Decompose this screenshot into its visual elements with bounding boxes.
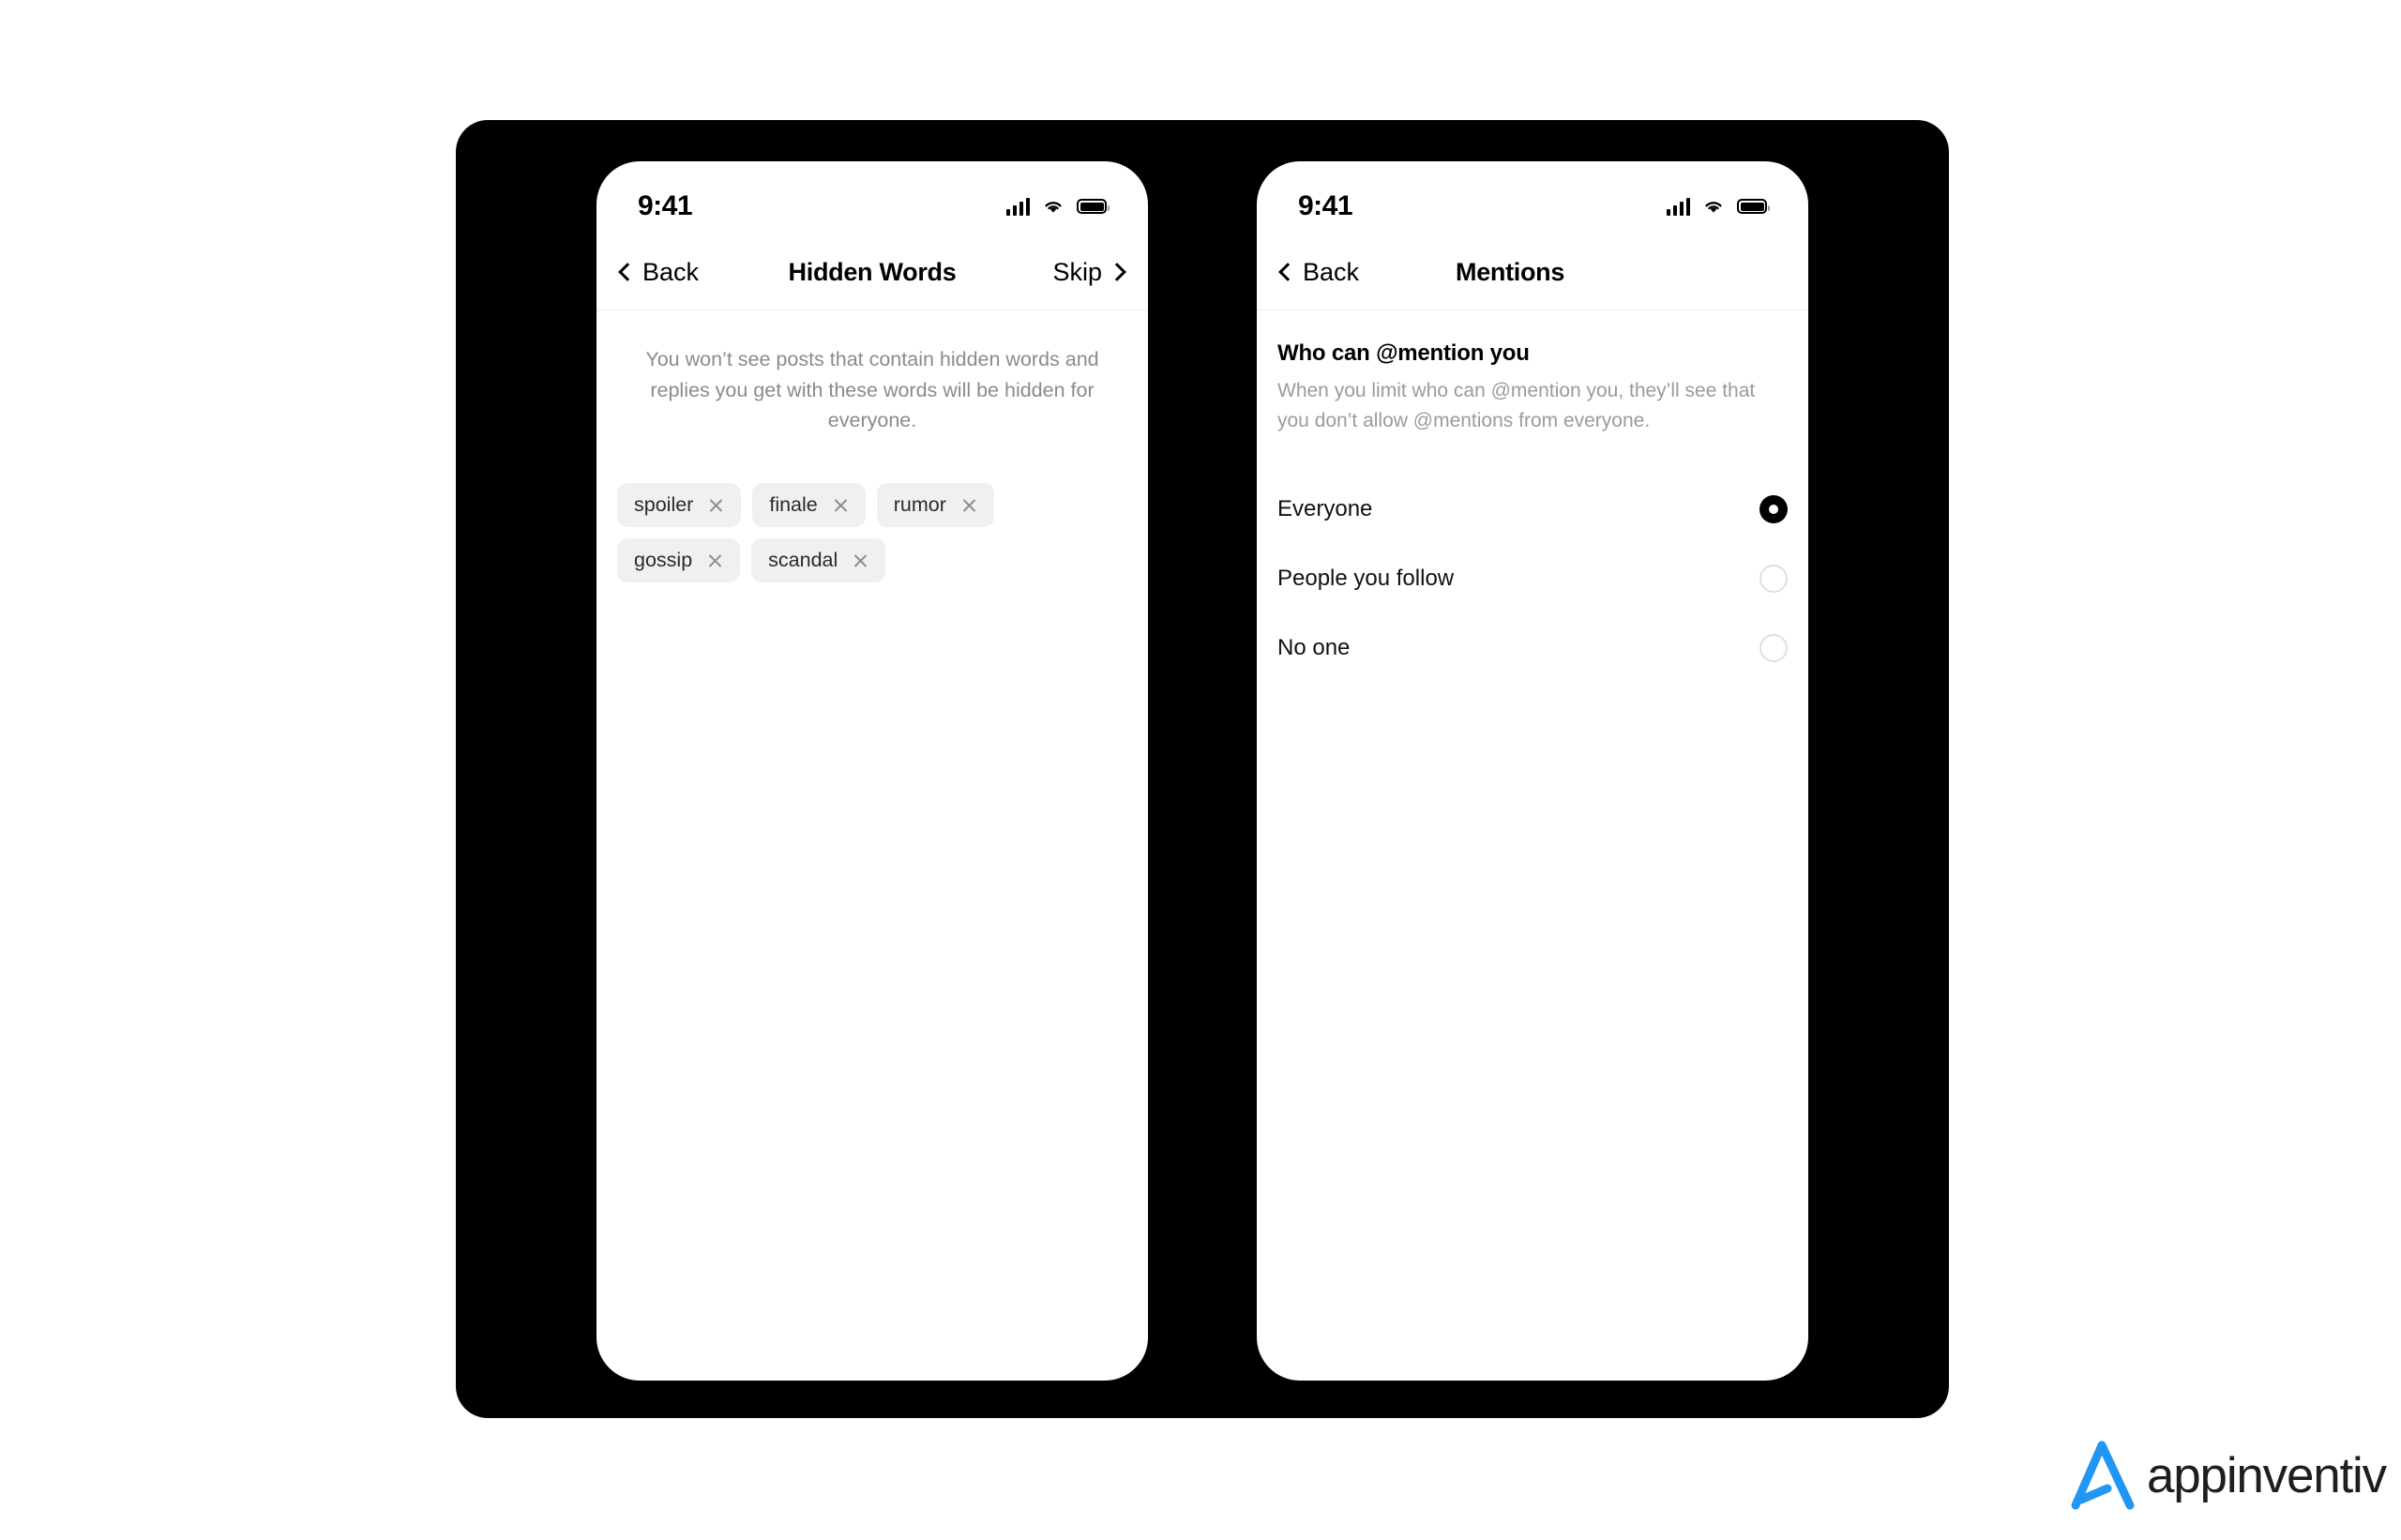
chevron-left-icon: [618, 263, 637, 281]
battery-icon: [1737, 199, 1770, 214]
battery-icon: [1077, 199, 1110, 214]
section-subtitle: When you limit who can @mention you, the…: [1277, 380, 1756, 431]
mention-option-label: People you follow: [1277, 566, 1455, 591]
hidden-word-chip[interactable]: gossip: [617, 538, 741, 583]
close-icon[interactable]: [708, 497, 724, 513]
close-icon[interactable]: [707, 552, 723, 568]
radio-button-unselected[interactable]: [1759, 565, 1788, 593]
cellular-signal-icon: [1667, 197, 1690, 216]
status-bar-icons: [1006, 197, 1110, 216]
appinventiv-a-mark-icon: [2071, 1441, 2135, 1510]
status-bar: 9:41: [1257, 161, 1808, 234]
phone-screen-mentions: 9:41 Back Mentions Who can @mention you …: [1257, 161, 1808, 1381]
mention-option-label: Everyone: [1277, 496, 1373, 521]
chevron-right-icon: [1108, 263, 1126, 281]
radio-button-unselected[interactable]: [1759, 634, 1788, 662]
close-icon[interactable]: [853, 552, 868, 568]
brand-logo: appinventiv: [2068, 1438, 2387, 1513]
hidden-word-chip-label: scandal: [768, 549, 838, 572]
close-icon[interactable]: [961, 497, 977, 513]
brand-name: appinventiv: [2147, 1447, 2387, 1503]
mentions-section: Who can @mention you When you limit who …: [1257, 310, 1808, 683]
hidden-word-chip[interactable]: scandal: [751, 538, 886, 583]
radio-button-selected[interactable]: [1759, 495, 1788, 523]
section-title: Who can @mention you: [1277, 340, 1530, 366]
hidden-word-chip-label: rumor: [893, 493, 946, 517]
cellular-signal-icon: [1006, 197, 1030, 216]
back-button-label: Back: [1303, 257, 1360, 286]
navigation-header: Back Hidden Words Skip: [596, 234, 1148, 310]
wifi-icon: [1045, 202, 1062, 213]
hidden-word-chip-label: finale: [769, 493, 818, 517]
hidden-words-description: You won’t see posts that contain hidden …: [645, 348, 1099, 432]
hidden-word-chip-label: spoiler: [634, 493, 694, 517]
back-button[interactable]: Back: [1278, 257, 1360, 287]
skip-button[interactable]: Skip: [1052, 257, 1126, 287]
close-icon[interactable]: [833, 497, 849, 513]
mention-option-people-you-follow[interactable]: People you follow: [1277, 544, 1788, 613]
status-bar-time: 9:41: [638, 190, 693, 221]
phone-screen-hidden-words: 9:41 Back Hidden Words Skip You won’t se…: [596, 161, 1148, 1381]
hidden-word-chip[interactable]: spoiler: [617, 483, 742, 528]
hidden-word-chip[interactable]: rumor: [876, 483, 994, 528]
mention-option-label: No one: [1277, 635, 1351, 660]
wifi-icon: [1705, 202, 1722, 213]
hidden-word-chip[interactable]: finale: [752, 483, 866, 528]
hidden-words-chip-list: spoiler finale rumor gossip scandal: [596, 436, 1148, 583]
status-bar: 9:41: [596, 161, 1148, 234]
hidden-word-chip-label: gossip: [634, 549, 693, 572]
mention-options-list: Everyone People you follow No one: [1277, 475, 1788, 683]
skip-button-label: Skip: [1052, 257, 1102, 286]
chevron-left-icon: [1278, 263, 1297, 281]
back-button-label: Back: [642, 257, 700, 286]
navigation-header: Back Mentions: [1257, 234, 1808, 310]
status-bar-time: 9:41: [1298, 190, 1353, 221]
mention-option-everyone[interactable]: Everyone: [1277, 475, 1788, 544]
status-bar-icons: [1667, 197, 1770, 216]
mention-option-no-one[interactable]: No one: [1277, 613, 1788, 683]
back-button[interactable]: Back: [618, 257, 700, 287]
